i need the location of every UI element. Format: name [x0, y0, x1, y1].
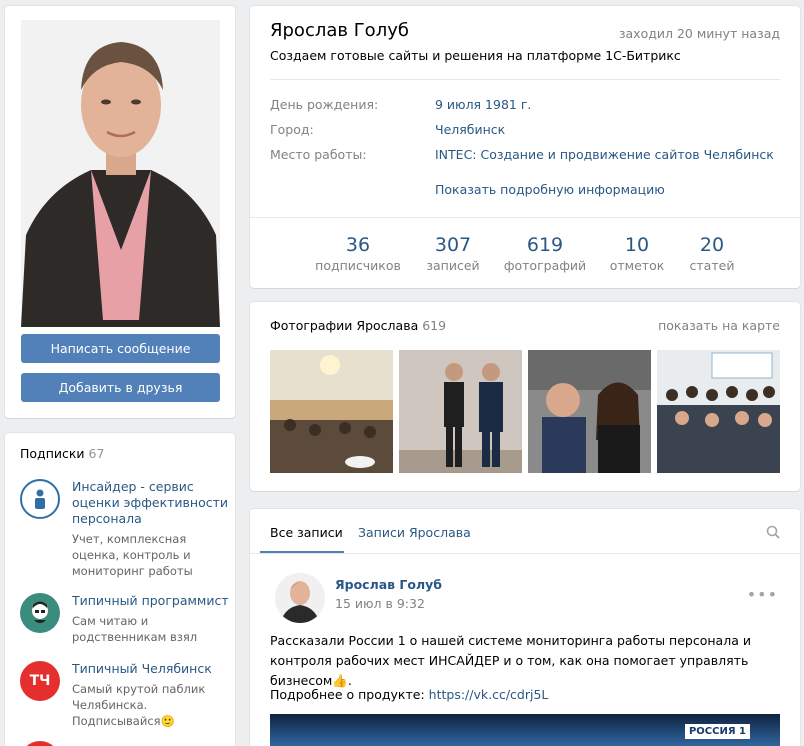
counter-value: 20: [699, 234, 725, 256]
photo-thumbnail[interactable]: [528, 350, 651, 473]
counter-value: 307: [434, 234, 472, 256]
send-message-button[interactable]: Написать сообщение: [21, 334, 220, 363]
divider: [250, 553, 800, 554]
counter-posts[interactable]: 307 записей: [403, 234, 503, 273]
post-link-prefix: Подробнее о продукте:: [270, 687, 425, 702]
subscription-name[interactable]: Инсайдер - сервис оценки эффективности п…: [72, 479, 230, 527]
search-icon[interactable]: [766, 525, 780, 542]
photo-thumbnail[interactable]: [399, 350, 522, 473]
avatar-card: Написать сообщение Добавить в друзья: [5, 6, 235, 418]
subscription-description: Учет, комплексная оценка, контроль и мон…: [72, 532, 193, 578]
add-friend-button[interactable]: Добавить в друзья: [21, 373, 220, 402]
info-value[interactable]: INTEC: Создание и продвижение сайтов Чел…: [435, 147, 774, 162]
profile-name: Ярослав Голуб: [270, 20, 409, 41]
post-text: Рассказали России 1 о нашей системе мони…: [270, 633, 751, 688]
post-date[interactable]: 15 июл в 9:32: [335, 596, 425, 611]
last-seen-status: заходил 20 минут назад: [618, 26, 780, 41]
photo-thumbnail[interactable]: [657, 350, 780, 473]
profile-info-card: Ярослав Голуб заходил 20 минут назад Соз…: [250, 6, 800, 288]
subscription-item[interactable]: Инсайдер - сервис оценки эффективности п…: [20, 479, 230, 579]
info-label: День рождения:: [270, 97, 379, 112]
counter-value: 619: [526, 234, 564, 256]
subscription-item[interactable]: ТЧ Типичный Челябинск Самый крутой пабли…: [20, 661, 230, 731]
divider: [270, 79, 780, 80]
subscription-name[interactable]: Типичный Челябинск: [72, 661, 230, 677]
programmer-logo-icon: [20, 593, 60, 633]
profile-photo-image: [21, 20, 220, 327]
counter-followers[interactable]: 36 подписчиков: [308, 234, 408, 273]
profile-status[interactable]: Создаем готовые сайты и решения на платф…: [270, 48, 681, 63]
counter-photos[interactable]: 619 фотографий: [495, 234, 595, 273]
subscriptions-card: Подписки 67 Инсайдер - сервис оценки эффе…: [5, 433, 235, 746]
counter-value: 36: [345, 234, 371, 256]
counter-label: подписчиков: [315, 258, 401, 273]
photos-header[interactable]: Фотографии Ярослава 619: [270, 318, 446, 333]
photo-thumbnail[interactable]: [270, 350, 393, 473]
subscription-item[interactable]: Типичный программист Сам читаю и родстве…: [20, 593, 230, 653]
counter-label: фотографий: [503, 258, 587, 273]
post-author-name[interactable]: Ярослав Голуб: [335, 577, 442, 592]
info-label: Город:: [270, 122, 314, 137]
tab-all-posts[interactable]: Все записи: [270, 525, 343, 540]
post-link[interactable]: https://vk.cc/cdrj5L: [429, 687, 549, 702]
subscription-logo-icon: [20, 741, 60, 746]
subscriptions-count: 67: [88, 446, 105, 461]
info-value[interactable]: 9 июля 1981 г.: [435, 97, 531, 112]
subscription-name[interactable]: Типичный программист: [72, 593, 230, 609]
tch-logo-icon: ТЧ: [20, 661, 60, 701]
photos-card: Фотографии Ярослава 619 показать на карте: [250, 302, 800, 491]
subscription-description: Сам читаю и родственникам взял: [72, 614, 198, 644]
more-options-icon[interactable]: •••: [747, 585, 778, 604]
counter-label: записей: [426, 258, 480, 273]
subscription-item[interactable]: [20, 741, 230, 746]
wall-card: Все записи Записи Ярослава Ярослав Голуб…: [250, 509, 800, 746]
show-more-info-link[interactable]: Показать подробную информацию: [435, 182, 665, 197]
post-link-line: Подробнее о продукте: https://vk.cc/cdrj…: [270, 687, 548, 702]
info-label: Место работы:: [270, 147, 367, 162]
info-value[interactable]: Челябинск: [435, 122, 505, 137]
insider-logo-icon: [20, 479, 60, 519]
counter-label: статей: [689, 258, 735, 273]
profile-photo[interactable]: [21, 20, 220, 327]
show-on-map-link[interactable]: показать на карте: [658, 318, 780, 333]
photos-count: 619: [422, 318, 447, 333]
subscriptions-header[interactable]: Подписки 67: [20, 446, 104, 461]
tv-channel-badge: РОССИЯ 1: [684, 724, 750, 739]
divider: [250, 217, 800, 218]
counter-articles[interactable]: 20 статей: [662, 234, 762, 273]
tab-own-posts[interactable]: Записи Ярослава: [358, 525, 471, 540]
post-author-avatar[interactable]: [275, 573, 325, 623]
subscription-description: Самый крутой паблик Челябинска. Подписыв…: [72, 682, 206, 728]
post-image[interactable]: РОССИЯ 1: [270, 714, 780, 746]
subscriptions-title: Подписки: [20, 446, 85, 461]
photos-title: Фотографии Ярослава: [270, 318, 419, 333]
